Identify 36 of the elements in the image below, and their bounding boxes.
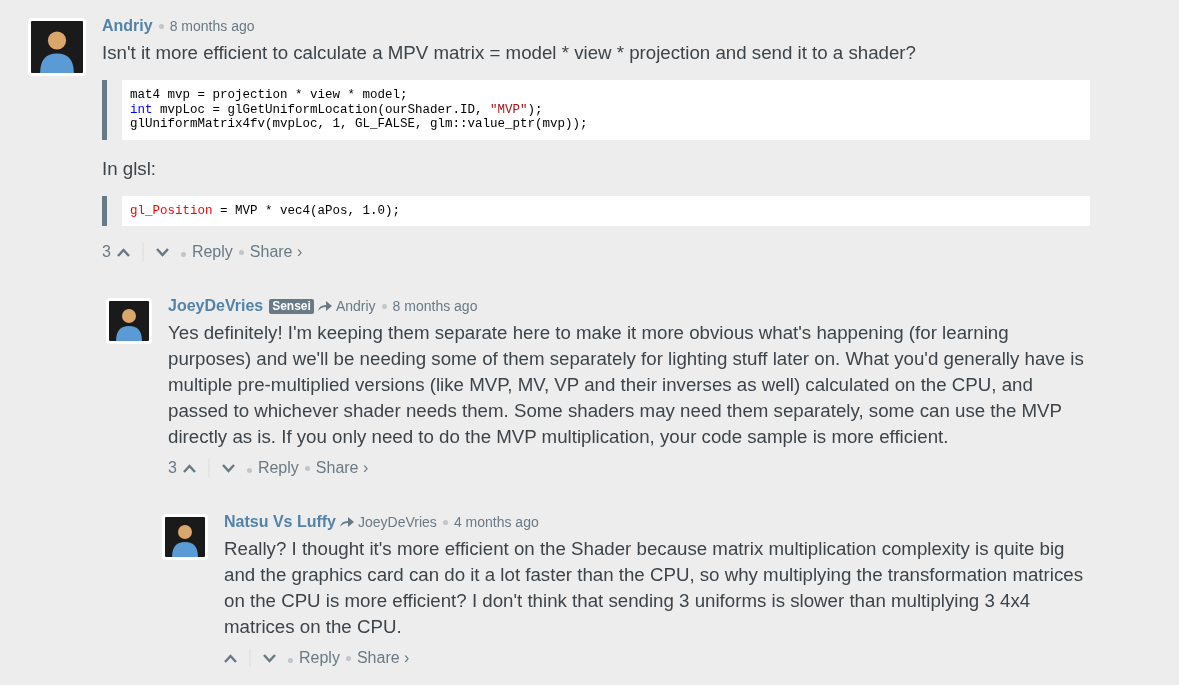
avatar — [28, 18, 86, 76]
reply-to-name[interactable]: JoeyDeVries — [358, 512, 437, 532]
timestamp[interactable]: 4 months ago — [453, 512, 539, 532]
vote-count: 3 — [102, 242, 111, 262]
vote-count: 3 — [168, 458, 177, 478]
avatar — [162, 514, 208, 560]
code-block: gl_Position = MVP * vec4(aPos, 1.0); — [122, 195, 1090, 226]
reply-to-name[interactable]: Andriy — [335, 296, 376, 316]
quote-bar — [102, 195, 107, 226]
reply-link[interactable]: Reply — [191, 240, 233, 264]
comment-text: Yes definitely! I'm keeping them separate here to make it more obvious what's happening (for learning purposes) and we'll be needing some of them separately for lighting stuff later on. What you'd generally have is multiple pre-multiplied versions (like MVP, MV, VP and their inverses as well) calculated on the CPU, and passed to whichever shader needs them. Some shaders may need them separately, some can use the MVP directly as is. If you only need to do the MVP multiplication, your code sample is more efficient. — [168, 321, 1085, 449]
downvote-icon[interactable] — [155, 247, 169, 257]
upvote-icon[interactable] — [116, 247, 130, 257]
reply-link[interactable]: Reply — [257, 456, 299, 480]
quote-bar — [102, 80, 107, 140]
timestamp[interactable]: 8 months ago — [169, 16, 255, 36]
role-badge: Sensei — [269, 298, 314, 314]
code-block: mat4 mvp = projection * view * model; int mvpLoc = glGetUniformLocation(ourShader.ID, "MVP"); glUniformMatrix4fv(mvpLoc, 1, GL_FALSE, glm::value_ptr(mvp)); — [122, 80, 1090, 140]
author-name[interactable]: Andriy — [102, 16, 153, 36]
share-link[interactable]: Share › — [249, 240, 303, 264]
reply-arrow-icon — [339, 516, 355, 528]
reply-arrow-icon — [316, 300, 333, 312]
reply-link[interactable]: Reply — [299, 646, 340, 670]
author-name[interactable]: Natsu Vs Luffy — [224, 512, 336, 532]
upvote-icon[interactable] — [182, 463, 196, 473]
author-name[interactable]: JoeyDeVries — [168, 296, 264, 316]
avatar — [106, 298, 152, 344]
comment-text: In glsl: — [102, 156, 157, 181]
downvote-icon[interactable] — [221, 463, 235, 473]
comment-text: Isn't it more efficient to calculate a MPV matrix = model * view * projection and send it to a shader? — [102, 41, 917, 65]
share-link[interactable]: Share › — [315, 456, 369, 480]
share-link[interactable]: Share › — [356, 646, 410, 670]
comment-text: Really? I thought it's more efficient on the Shader because matrix multiplication complexity is quite big and the graphics card can do it a lot faster than the CPU, so why multiplying the transformation matrices on the CPU is more efficient? I don't think that sending 3 uniforms is slower than multiplying 3 4x4 matrices on the CPU. — [224, 537, 1084, 639]
timestamp[interactable]: 8 months ago — [392, 296, 478, 316]
upvote-icon[interactable] — [224, 653, 237, 663]
downvote-icon[interactable] — [263, 653, 276, 663]
